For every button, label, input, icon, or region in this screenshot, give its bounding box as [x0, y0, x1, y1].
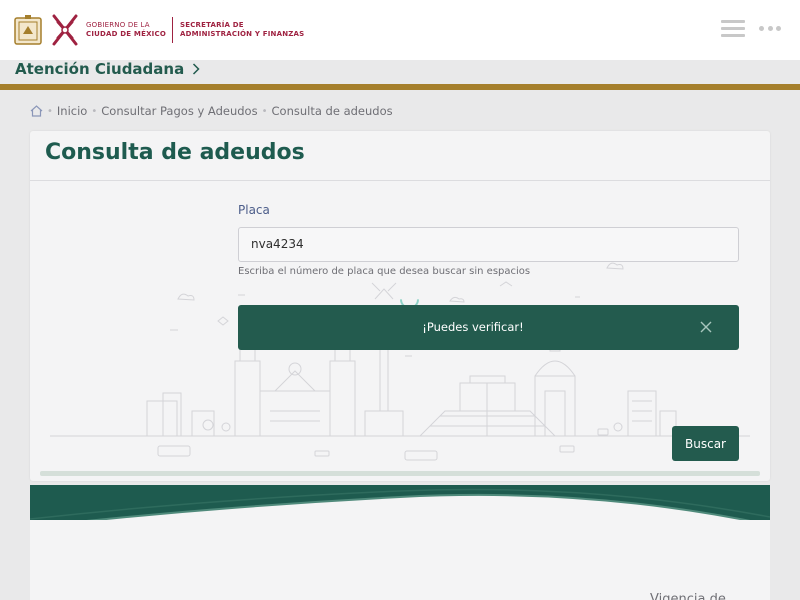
breadcrumb: • Inicio • Consultar Pagos y Adeudos • C… [30, 102, 393, 120]
breadcrumb-current: Consulta de adeudos [271, 104, 393, 118]
breadcrumb-separator: • [261, 105, 268, 117]
gold-divider [0, 84, 800, 90]
home-icon[interactable] [30, 105, 43, 117]
card-bottom-line [40, 471, 760, 476]
government-name: GOBIERNO DE LA CIUDAD DE MÉXICO [86, 21, 166, 39]
breadcrumb-inicio[interactable]: Inicio [57, 104, 87, 118]
secretaria-name: SECRETARÍA DE ADMINISTRACIÓN Y FINANZAS [180, 21, 304, 39]
coat-of-arms-icon [14, 15, 42, 45]
card-header: Consulta de adeudos [30, 131, 770, 181]
breadcrumb-separator: • [91, 105, 98, 117]
success-alert: ¡Puedes verificar! [238, 305, 739, 350]
vigencia-text: Vigencia de [650, 592, 726, 600]
lower-card [30, 520, 770, 600]
breadcrumb-separator: • [47, 105, 53, 117]
secretaria-line-2: ADMINISTRACIÓN Y FINANZAS [179, 30, 305, 38]
secretaria-line-1: SECRETARÍA DE [179, 21, 244, 29]
more-dots-icon[interactable] [759, 26, 781, 32]
placa-helper-text: Escriba el número de placa que desea bus… [238, 266, 531, 277]
section-bar: Atención Ciudadana [0, 60, 800, 84]
top-header: GOBIERNO DE LA CIUDAD DE MÉXICO SECRETAR… [0, 0, 800, 60]
alert-message: ¡Puedes verificar! [422, 320, 524, 334]
hamburger-icon[interactable] [721, 20, 745, 38]
breadcrumb-consultar-pagos[interactable]: Consultar Pagos y Adeudos [101, 104, 257, 118]
section-title-link[interactable]: Atención Ciudadana [15, 60, 200, 78]
search-button[interactable]: Buscar [672, 426, 739, 461]
gov-line-1: GOBIERNO DE LA [86, 21, 150, 29]
consulta-card: Consulta de adeudos Placa nva4234 Escrib… [30, 131, 770, 481]
section-title: Atención Ciudadana [15, 60, 185, 78]
government-logo[interactable]: GOBIERNO DE LA CIUDAD DE MÉXICO SECRETAR… [14, 12, 304, 48]
chevron-right-icon [193, 63, 200, 75]
placa-input[interactable]: nva4234 [238, 227, 739, 262]
close-icon[interactable] [700, 321, 712, 333]
logo-divider [171, 17, 173, 43]
gov-line-2: CIUDAD DE MÉXICO [86, 30, 166, 38]
placa-label: Placa [238, 203, 270, 217]
page-title: Consulta de adeudos [45, 140, 305, 165]
cdmx-logo-icon [52, 14, 78, 46]
city-skyline-illustration [50, 262, 750, 461]
